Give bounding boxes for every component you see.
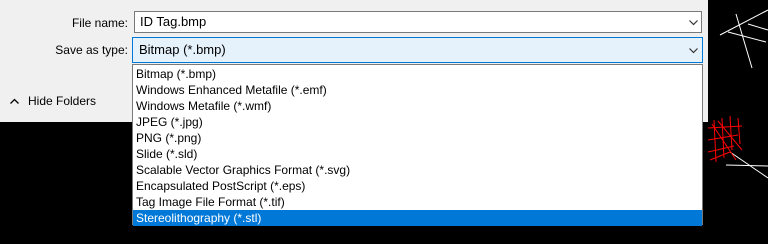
file-type-option[interactable]: Slide (*.sld) [133,146,702,162]
chevron-down-icon[interactable] [689,20,698,26]
file-name-input[interactable]: ID Tag.bmp [134,11,702,33]
chevron-up-icon [10,98,19,104]
file-name-value: ID Tag.bmp [140,14,207,29]
drawing-canvas [708,0,768,244]
file-type-option[interactable]: PNG (*.png) [133,130,702,146]
file-type-option[interactable]: Scalable Vector Graphics Format (*.svg) [133,162,702,178]
save-as-type-select[interactable]: Bitmap (*.bmp) [132,37,703,63]
file-type-option[interactable]: Encapsulated PostScript (*.eps) [133,178,702,194]
hide-folders-label: Hide Folders [28,94,97,108]
save-as-type-value: Bitmap (*.bmp) [139,42,226,57]
file-type-option[interactable]: Windows Enhanced Metafile (*.emf) [133,82,702,98]
hide-folders-button[interactable]: Hide Folders [10,90,96,112]
file-name-label: File name: [71,16,128,30]
file-type-option-selected[interactable]: Stereolithography (*.stl) [133,210,702,226]
save-as-type-label: Save as type: [55,43,128,57]
file-type-option[interactable]: Bitmap (*.bmp) [133,66,702,82]
file-type-dropdown: Bitmap (*.bmp) Windows Enhanced Metafile… [132,64,703,226]
file-type-option[interactable]: Tag Image File Format (*.tif) [133,194,702,210]
chevron-down-icon[interactable] [689,48,698,54]
file-type-option[interactable]: Windows Metafile (*.wmf) [133,98,702,114]
file-type-option[interactable]: JPEG (*.jpg) [133,114,702,130]
